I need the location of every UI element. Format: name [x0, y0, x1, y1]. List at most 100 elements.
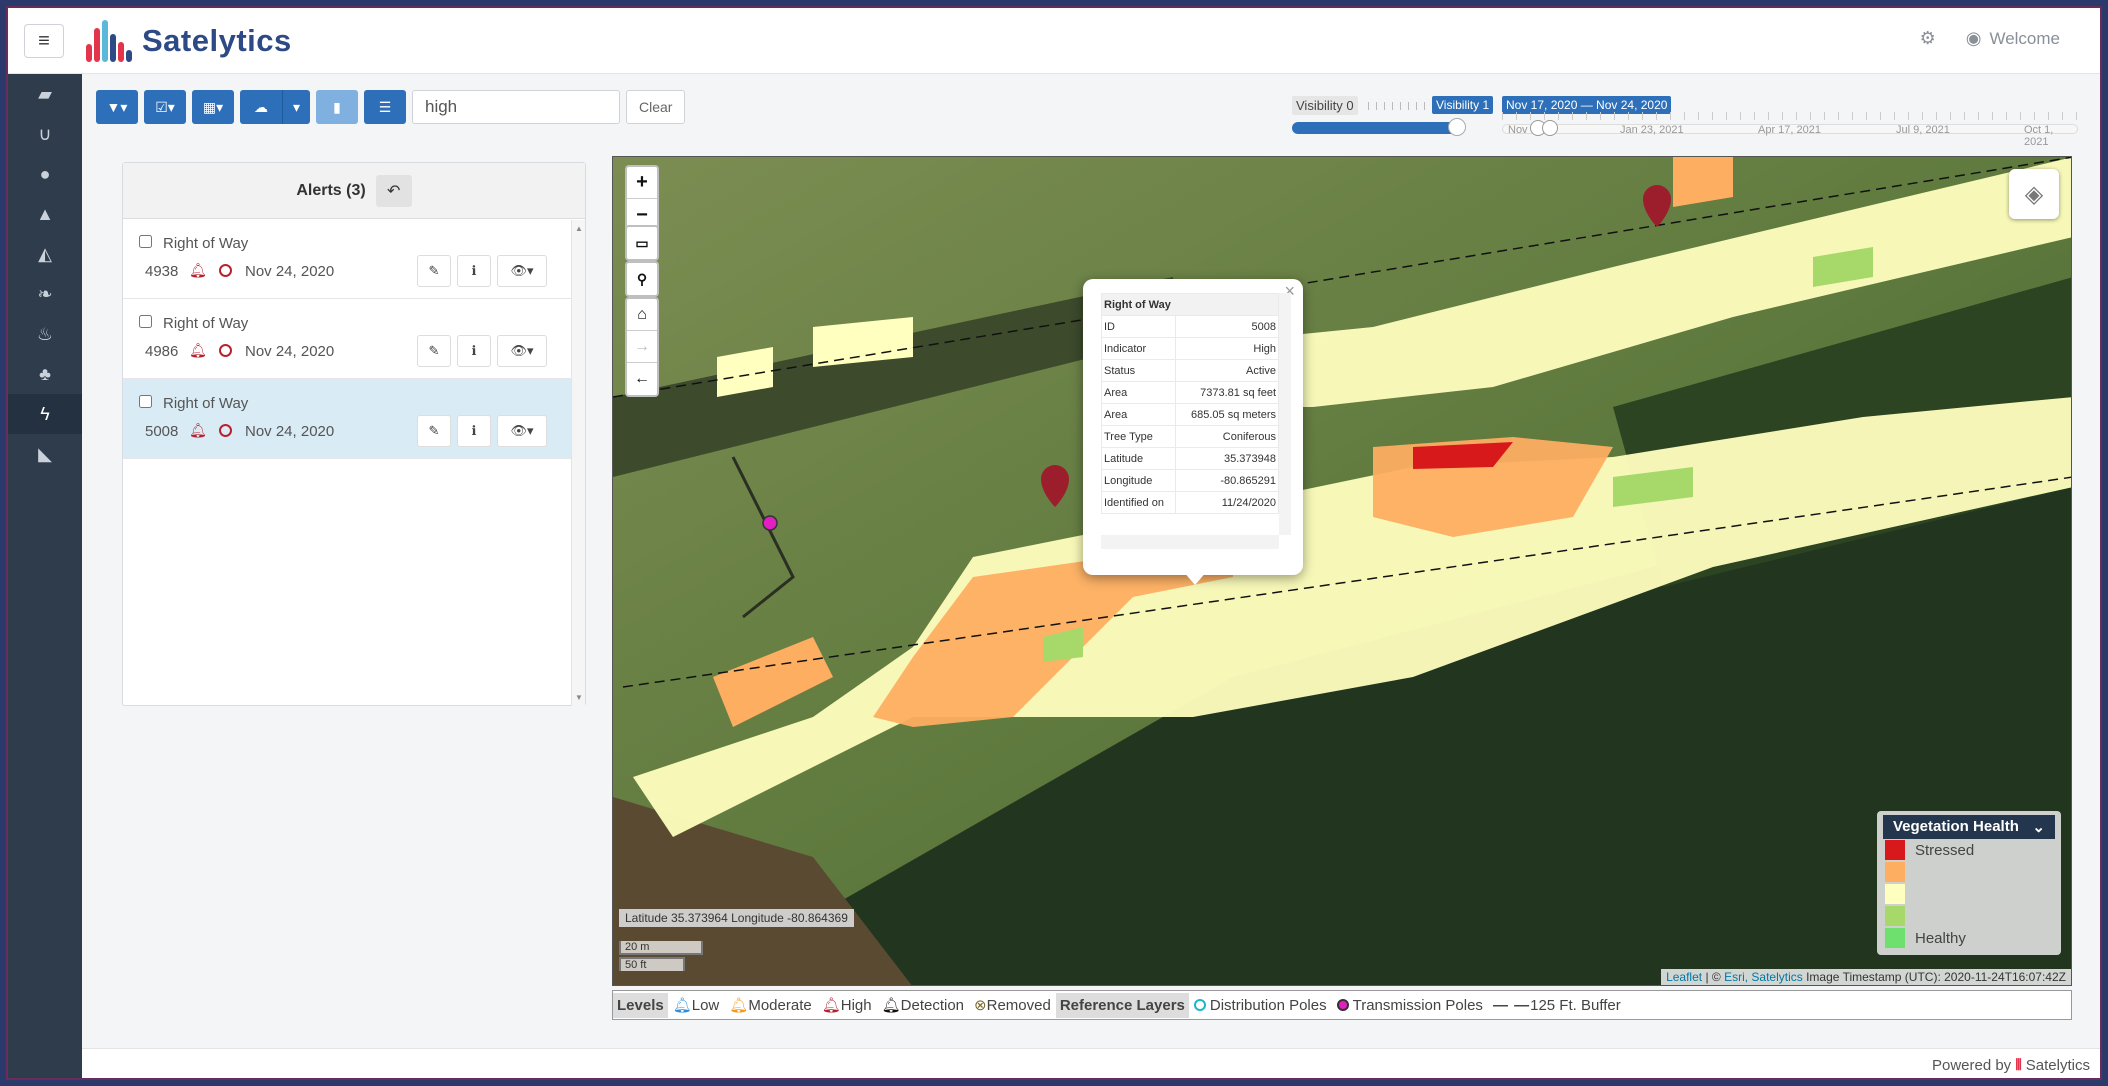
date-timeline[interactable]: Nov 17, 2020 — Nov 24, 2020 Nov Jan 23, … — [1502, 88, 2078, 148]
level-removed[interactable]: ⊗ Removed — [974, 996, 1051, 1015]
powered-by-brand: Satelytics — [2025, 1057, 2090, 1074]
layers-control-button[interactable]: ◈ — [2009, 169, 2059, 219]
scroll-down-arrow-icon[interactable]: ▼ — [575, 693, 583, 702]
nav-folder-icon[interactable]: ▰ — [8, 74, 82, 114]
nav-leaf-icon[interactable]: ❧ — [8, 274, 82, 314]
level-moderate[interactable]: 🔔︎ Moderate — [729, 996, 811, 1015]
trash-icon: ▮ — [333, 98, 341, 115]
popup-value: 685.05 sq meters — [1175, 403, 1279, 426]
bell-icon: 🔔︎ — [821, 997, 841, 1014]
back-arrow-icon[interactable]: ← — [627, 363, 657, 395]
view-dropdown-button[interactable]: 👁︎▾ — [497, 415, 547, 447]
hamburger-icon: ≡ — [38, 29, 50, 52]
nav-warning-icon[interactable]: ▲ — [8, 194, 82, 234]
nav-drop-icon[interactable]: ● — [8, 154, 82, 194]
alert-checkbox[interactable] — [139, 235, 152, 248]
popup-horizontal-scrollbar[interactable] — [1101, 535, 1279, 549]
legend-label: Healthy — [1915, 929, 1966, 947]
timeline-end-handle[interactable] — [1542, 120, 1558, 136]
image-timestamp: Image Timestamp (UTC): 2020-11-24T16:07:… — [1802, 970, 2066, 984]
transmission-pole-marker[interactable] — [762, 515, 778, 531]
zoom-in-button[interactable]: + — [627, 167, 657, 199]
nav-tree-icon[interactable]: ♣ — [8, 354, 82, 394]
left-nav-rail: ▰ ∪ ● ▲ ◭ ❧ ♨ ♣ ϟ ◣ — [8, 74, 82, 1078]
cloud-dropdown-toggle[interactable]: ▾ — [282, 90, 310, 124]
view-dropdown-button[interactable]: 👁︎▾ — [497, 335, 547, 367]
nav-magnet-icon[interactable]: ∪ — [8, 114, 82, 154]
esri-link[interactable]: Esri, Satelytics — [1724, 970, 1803, 984]
scroll-up-arrow-icon[interactable]: ▲ — [575, 224, 583, 233]
popup-key: Area — [1100, 403, 1177, 426]
layer-buffer[interactable]: — — 125 Ft. Buffer — [1493, 997, 1621, 1014]
level-detection[interactable]: 🔔︎ Detection — [881, 996, 964, 1015]
reference-layers-label: Reference Layers — [1055, 992, 1189, 1018]
cloud-upload-button[interactable]: ☁ — [240, 90, 282, 124]
hamburger-menu-button[interactable]: ≡ — [24, 24, 64, 58]
edit-button[interactable]: ✎ — [417, 255, 451, 287]
ruler-icon[interactable]: ▭ — [627, 227, 657, 259]
popup-value: 7373.81 sq feet — [1175, 381, 1279, 404]
legend-header[interactable]: Vegetation Health ⌄ — [1883, 815, 2055, 839]
nav-bolt-icon[interactable]: ϟ — [8, 394, 82, 434]
toolbar: ▼▾ ☑▾ ▦▾ ☁ ▾ ▮ ☰ Clear — [96, 90, 686, 124]
level-high[interactable]: 🔔︎ High — [821, 996, 872, 1015]
list-view-button[interactable]: ☰ — [364, 90, 406, 124]
zoom-controls: + − — [625, 165, 659, 233]
layer-distribution-poles[interactable]: Distribution Poles — [1193, 997, 1327, 1014]
filter-dropdown-button[interactable]: ▼▾ — [96, 90, 138, 124]
edit-button[interactable]: ✎ — [417, 415, 451, 447]
nav-area-chart-icon[interactable]: ◣ — [8, 434, 82, 474]
layer-transmission-poles[interactable]: Transmission Poles — [1336, 997, 1483, 1014]
visibility-value-label: Visibility 1 — [1432, 96, 1494, 114]
level-removed-label: Removed — [986, 996, 1051, 1014]
map-attribution: Leaflet | © Esri, Satelytics Image Times… — [1661, 969, 2071, 985]
settings-users-icon[interactable]: ⚙ — [1920, 28, 1936, 49]
timeline-ticks — [1502, 112, 2078, 120]
info-button[interactable]: ℹ — [457, 415, 491, 447]
dashed-line-icon: — — — [1492, 996, 1531, 1014]
nav-flask-icon[interactable]: ◭ — [8, 234, 82, 274]
reply-arrow-icon: ↶ — [386, 182, 401, 200]
map-dropdown-button[interactable]: ▦▾ — [192, 90, 234, 124]
popup-row: Identified on 11/24/2020 — [1100, 491, 1279, 514]
map-view[interactable]: + − ▭ ⚲ ⌂ → ← ◈ × Right of Way ID 5008 In… — [612, 156, 2072, 986]
feature-popup: × Right of Way ID 5008 Indicator High Stat… — [1083, 279, 1303, 585]
view-dropdown-button[interactable]: 👁︎▾ — [497, 255, 547, 287]
cloud-split-button: ☁ ▾ — [240, 90, 310, 124]
forward-arrow-icon[interactable]: → — [627, 331, 657, 363]
back-button[interactable]: ↶ — [375, 174, 412, 207]
alert-checkbox[interactable] — [139, 395, 152, 408]
status-circle-icon — [219, 264, 232, 277]
edit-button[interactable]: ✎ — [417, 335, 451, 367]
popup-vertical-scrollbar[interactable] — [1279, 293, 1291, 535]
alert-list-item-selected[interactable]: Right of Way 5008 🔔︎ Nov 24, 2020 ✎ ℹ 👁︎… — [123, 379, 585, 459]
visibility-handle[interactable] — [1448, 118, 1466, 136]
home-icon[interactable]: ⌂ — [627, 299, 657, 331]
alerts-scrollbar[interactable]: ▲ ▼ — [571, 220, 585, 706]
info-button[interactable]: ℹ — [457, 255, 491, 287]
level-low[interactable]: 🔔︎ Low — [673, 996, 720, 1015]
checklist-dropdown-button[interactable]: ☑▾ — [144, 90, 186, 124]
check-square-icon: ☑▾ — [155, 98, 175, 115]
user-menu[interactable]: ◉ Welcome — [1966, 28, 2060, 49]
alert-checkbox[interactable] — [139, 315, 152, 328]
nav-thermometer-icon[interactable]: ♨ — [8, 314, 82, 354]
visibility-slider[interactable]: Visibility 0 Visibility 1 — [1292, 88, 1494, 138]
leaflet-link[interactable]: Leaflet — [1666, 970, 1702, 984]
alert-list-item[interactable]: Right of Way 4938 🔔︎ Nov 24, 2020 ✎ ℹ 👁︎… — [123, 219, 585, 299]
clear-button[interactable]: Clear — [626, 90, 686, 124]
legend-row — [1885, 861, 2061, 883]
chevron-down-icon: ⌄ — [2032, 819, 2045, 836]
map-pin-icon[interactable]: ⚲ — [627, 263, 657, 295]
app-logo[interactable]: Satelytics — [84, 16, 292, 66]
bell-icon: 🔔︎ — [881, 997, 901, 1014]
top-header: ≡ Satelytics ⚙ ◉ Welcome — [8, 8, 2100, 74]
delete-button[interactable]: ▮ — [316, 90, 358, 124]
info-button[interactable]: ℹ — [457, 335, 491, 367]
visibility-track[interactable] — [1292, 122, 1456, 134]
alert-list-item[interactable]: Right of Way 4986 🔔︎ Nov 24, 2020 ✎ ℹ 👁︎… — [123, 299, 585, 379]
legend-swatch — [1885, 884, 1905, 904]
alerts-title: Alerts (3) — [296, 181, 366, 199]
search-input[interactable] — [412, 90, 620, 124]
pencil-icon: ✎ — [428, 423, 440, 438]
